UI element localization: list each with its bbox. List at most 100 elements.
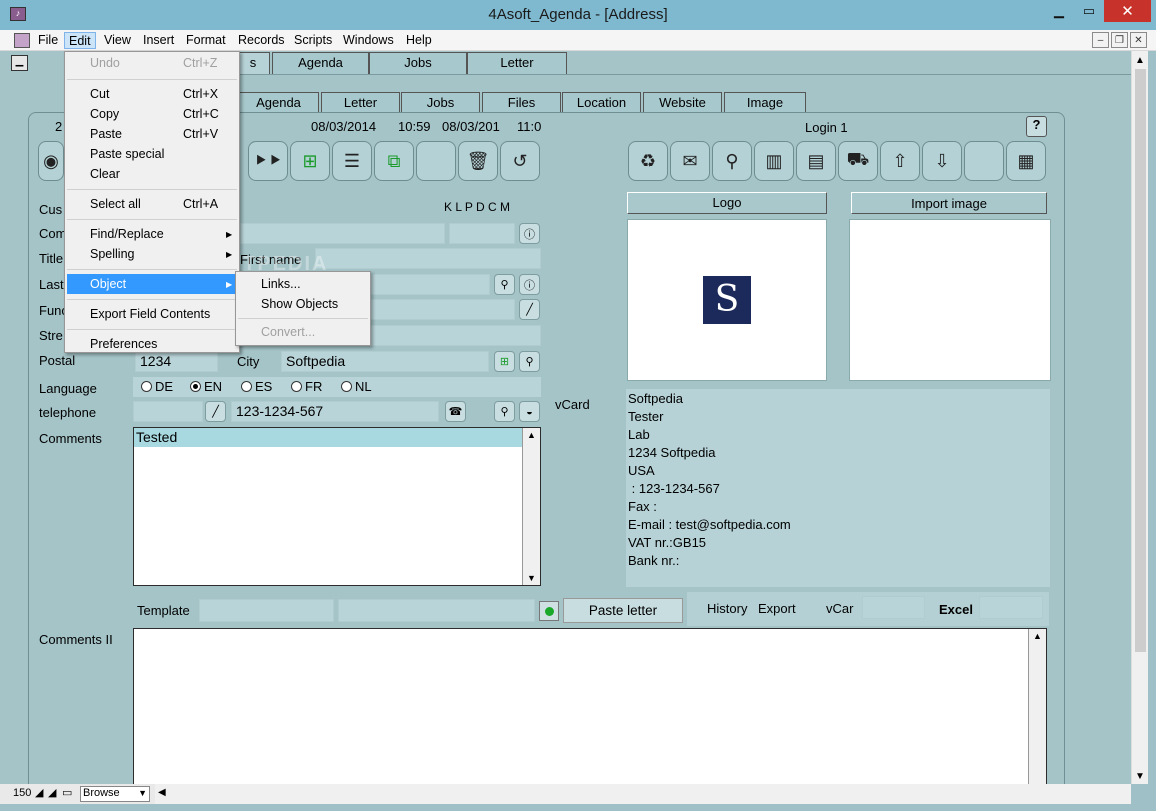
close-button[interactable]: ✕	[1104, 0, 1151, 22]
list-icon[interactable]: ☰	[332, 141, 372, 181]
collapse-button[interactable]: ▁	[11, 55, 28, 71]
comments-textarea[interactable]: Tested ▲ ▼	[133, 427, 541, 586]
history-link[interactable]: History	[707, 601, 747, 616]
mode-select[interactable]: Browse ▼	[80, 786, 150, 802]
edit-icon[interactable]: ╱	[205, 401, 226, 422]
download-icon[interactable]: ⇩	[922, 141, 962, 181]
zoom-out-icon[interactable]: ◢	[35, 786, 43, 799]
doc-icon[interactable]	[14, 33, 30, 48]
mdi-minimize-button[interactable]: –	[1092, 32, 1109, 48]
trash-icon[interactable]: 🗑	[458, 141, 498, 181]
maximize-button[interactable]: ▭	[1074, 0, 1104, 22]
scroll-down-icon[interactable]: ▼	[527, 573, 536, 583]
calculator-icon[interactable]: ▦	[1006, 141, 1046, 181]
search-icon[interactable]: ⚲	[494, 401, 515, 422]
export-link[interactable]: Export	[758, 601, 796, 616]
menu-item-paste-special[interactable]: Paste special	[65, 144, 239, 164]
tab-image[interactable]: Image	[724, 92, 806, 114]
menu-item-paste[interactable]: Paste Ctrl+V	[65, 124, 239, 144]
phone-prefix-field[interactable]	[133, 401, 203, 422]
lang-radio-en[interactable]: EN	[190, 377, 222, 397]
info-icon[interactable]: ⓘ	[519, 274, 540, 295]
last-name-field[interactable]	[370, 274, 490, 295]
function-field[interactable]	[370, 299, 515, 320]
dial-icon[interactable]: ◒	[519, 401, 540, 422]
city-field[interactable]: Softpedia	[281, 351, 489, 372]
scroll-up-icon[interactable]: ▲	[1033, 631, 1042, 641]
upload-icon[interactable]: ⇧	[880, 141, 920, 181]
bar-chart-icon[interactable]: ▥	[754, 141, 794, 181]
phone-icon[interactable]: ☎	[445, 401, 466, 422]
tab-website[interactable]: Website	[643, 92, 722, 114]
menu-windows[interactable]: Windows	[339, 32, 398, 49]
edit-icon[interactable]: ╱	[519, 299, 540, 320]
tab-letter-top[interactable]: Letter	[467, 52, 567, 74]
menu-records[interactable]: Records	[234, 32, 289, 49]
menu-item-spelling[interactable]: Spelling ▶	[65, 244, 239, 264]
document-icon[interactable]: ▤	[796, 141, 836, 181]
menu-item-select-all[interactable]: Select all Ctrl+A	[65, 194, 239, 214]
fast-forward-icon[interactable]: ⯈⯈	[248, 141, 288, 181]
menu-edit[interactable]: Edit	[64, 32, 96, 49]
vcard-export-field[interactable]	[862, 596, 925, 619]
vertical-scrollbar[interactable]: ▲ ▼	[1131, 51, 1148, 784]
mdi-restore-button[interactable]: ❐	[1111, 32, 1128, 48]
first-name-field[interactable]	[315, 248, 541, 269]
tab-location[interactable]: Location	[562, 92, 641, 114]
scroll-up-icon[interactable]: ▲	[1135, 55, 1145, 66]
truck-icon[interactable]: ⛟	[838, 141, 878, 181]
lang-radio-fr[interactable]: FR	[291, 377, 322, 397]
info-icon[interactable]: ⓘ	[519, 223, 540, 244]
menu-item-convert[interactable]: Convert...	[236, 322, 370, 342]
template-name-field[interactable]	[338, 599, 535, 622]
company-field[interactable]	[240, 223, 445, 244]
mdi-close-button[interactable]: ✕	[1130, 32, 1147, 48]
scroll-down-icon[interactable]: ▼	[1135, 771, 1145, 782]
globe-icon[interactable]: ◉	[38, 141, 64, 181]
import-image-button[interactable]: Import image	[851, 192, 1047, 214]
paste-letter-button[interactable]: Paste letter	[563, 598, 683, 623]
minimize-button[interactable]: ▁	[1044, 0, 1074, 22]
menu-item-find-replace[interactable]: Find/Replace ▶	[65, 224, 239, 244]
menu-item-show-objects[interactable]: Show Objects	[236, 294, 370, 314]
menu-format[interactable]: Format	[182, 32, 230, 49]
horizontal-scrollbar[interactable]: ◀	[155, 784, 1131, 804]
blank-tool-button[interactable]	[964, 141, 1004, 181]
menu-item-export-field-contents[interactable]: Export Field Contents	[65, 304, 239, 324]
logo-button[interactable]: Logo	[627, 192, 827, 214]
menu-help[interactable]: Help	[402, 32, 436, 49]
comments2-scrollbar[interactable]: ▲	[1028, 629, 1046, 787]
menu-item-links[interactable]: Links...	[236, 274, 370, 294]
layout-icon[interactable]: ▭	[62, 786, 72, 799]
tab-agenda[interactable]: Agenda	[238, 92, 319, 114]
scroll-left-icon[interactable]: ◀	[158, 787, 166, 798]
tab-agenda-top[interactable]: Agenda	[272, 52, 369, 74]
zoom-in-icon[interactable]: ◢	[48, 786, 56, 799]
template-field[interactable]	[199, 599, 334, 622]
menu-view[interactable]: View	[100, 32, 135, 49]
postal-field[interactable]: 1234	[135, 351, 218, 372]
recycle-icon[interactable]: ♻	[628, 141, 668, 181]
tab-letter[interactable]: Letter	[321, 92, 400, 114]
add-icon[interactable]: ⊞	[494, 351, 515, 372]
tab-jobs[interactable]: Jobs	[401, 92, 480, 114]
lang-radio-nl[interactable]: NL	[341, 377, 372, 397]
undo-icon[interactable]: ↺	[500, 141, 540, 181]
menu-item-cut[interactable]: Cut Ctrl+X	[65, 84, 239, 104]
menu-item-undo[interactable]: Undo Ctrl+Z	[65, 53, 239, 73]
tab-files[interactable]: Files	[482, 92, 561, 114]
help-button[interactable]: ?	[1026, 116, 1047, 137]
lang-radio-es[interactable]: ES	[241, 377, 272, 397]
mail-icon[interactable]: ✉	[670, 141, 710, 181]
menu-item-copy[interactable]: Copy Ctrl+C	[65, 104, 239, 124]
company-extra-field[interactable]	[449, 223, 515, 244]
menu-item-object[interactable]: Object ▶	[67, 274, 237, 294]
menu-insert[interactable]: Insert	[139, 32, 178, 49]
search-icon[interactable]: ⚲	[519, 351, 540, 372]
comments-scrollbar[interactable]: ▲ ▼	[522, 428, 540, 585]
excel-field[interactable]	[979, 596, 1043, 619]
comments2-textarea[interactable]: ▲	[133, 628, 1047, 788]
street-field[interactable]	[370, 325, 541, 346]
duplicate-icon[interactable]: ⧉	[374, 141, 414, 181]
search-icon[interactable]: ⚲	[712, 141, 752, 181]
